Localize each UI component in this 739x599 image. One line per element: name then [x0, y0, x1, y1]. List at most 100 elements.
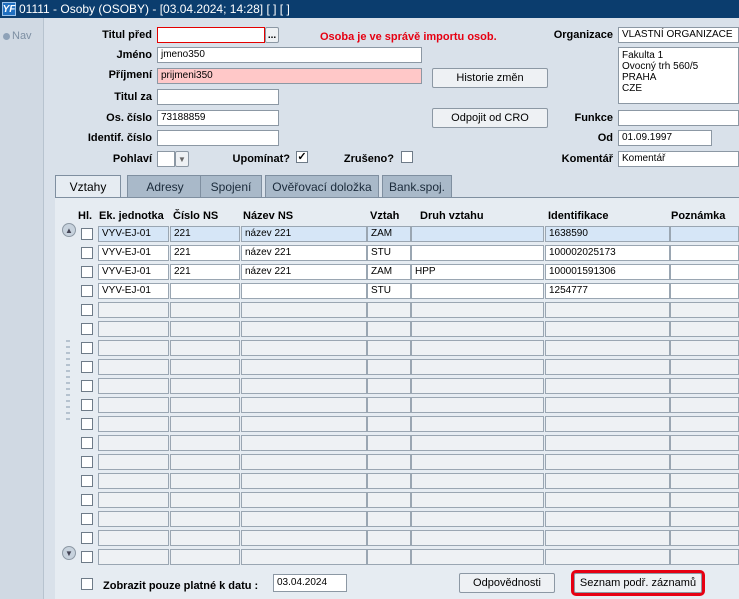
table-cell[interactable]	[367, 416, 411, 432]
table-cell[interactable]	[98, 549, 169, 565]
table-cell[interactable]	[411, 397, 544, 413]
table-cell[interactable]	[670, 340, 739, 356]
table-cell[interactable]	[367, 530, 411, 546]
table-cell[interactable]	[367, 473, 411, 489]
prijmeni-field[interactable]: prijmeni350	[157, 68, 422, 84]
table-cell[interactable]	[367, 435, 411, 451]
table-cell[interactable]	[545, 530, 670, 546]
row-primary-checkbox[interactable]	[81, 513, 93, 525]
table-cell[interactable]: 1638590	[545, 226, 670, 242]
row-primary-checkbox[interactable]	[81, 494, 93, 506]
table-cell[interactable]	[367, 549, 411, 565]
seznam-podr-zaznamu-button[interactable]: Seznam podř. záznamů	[571, 570, 705, 596]
table-cell[interactable]	[367, 340, 411, 356]
row-primary-checkbox[interactable]	[81, 456, 93, 468]
pohlavi-select[interactable]	[157, 151, 175, 167]
historie-zmen-button[interactable]: Historie změn	[432, 68, 548, 88]
table-cell[interactable]	[170, 340, 240, 356]
table-cell[interactable]: VYV-EJ-01	[98, 264, 169, 280]
table-cell[interactable]	[98, 511, 169, 527]
table-cell[interactable]	[241, 340, 367, 356]
table-cell[interactable]: ZAM	[367, 264, 411, 280]
table-cell[interactable]	[545, 549, 670, 565]
table-cell[interactable]	[670, 264, 739, 280]
table-cell[interactable]	[98, 359, 169, 375]
table-cell[interactable]	[670, 378, 739, 394]
table-cell[interactable]	[241, 435, 367, 451]
table-cell[interactable]	[367, 397, 411, 413]
table-cell[interactable]: název 221	[241, 226, 367, 242]
scroll-up-icon[interactable]: ▲	[62, 223, 76, 237]
upominat-checkbox[interactable]: ✓	[296, 151, 308, 163]
table-cell[interactable]	[411, 283, 544, 299]
table-cell[interactable]	[545, 397, 670, 413]
table-cell[interactable]	[411, 530, 544, 546]
table-cell[interactable]	[98, 321, 169, 337]
table-cell[interactable]: 221	[170, 226, 240, 242]
table-cell[interactable]	[241, 492, 367, 508]
table-cell[interactable]	[241, 397, 367, 413]
table-cell[interactable]	[670, 511, 739, 527]
table-cell[interactable]	[241, 283, 367, 299]
table-cell[interactable]: HPP	[411, 264, 544, 280]
komentar-field[interactable]: Komentář	[618, 151, 739, 167]
row-primary-checkbox[interactable]	[81, 285, 93, 297]
tab-adresy[interactable]: Adresy	[127, 175, 203, 197]
table-cell[interactable]	[545, 454, 670, 470]
table-cell[interactable]	[545, 473, 670, 489]
table-cell[interactable]	[170, 530, 240, 546]
table-cell[interactable]: ZAM	[367, 226, 411, 242]
chevron-down-icon[interactable]: ▼	[175, 151, 189, 167]
table-cell[interactable]	[170, 378, 240, 394]
row-primary-checkbox[interactable]	[81, 418, 93, 430]
table-cell[interactable]	[241, 549, 367, 565]
table-cell[interactable]	[545, 378, 670, 394]
table-cell[interactable]	[367, 321, 411, 337]
jmeno-field[interactable]: jmeno350	[157, 47, 422, 63]
table-cell[interactable]	[170, 321, 240, 337]
table-cell[interactable]	[411, 473, 544, 489]
table-cell[interactable]: 100002025173	[545, 245, 670, 261]
table-cell[interactable]	[411, 302, 544, 318]
nav-item[interactable]: Nav	[3, 30, 32, 42]
titul-za-field[interactable]	[157, 89, 279, 105]
table-cell[interactable]	[241, 454, 367, 470]
table-cell[interactable]	[98, 302, 169, 318]
table-cell[interactable]	[367, 302, 411, 318]
table-cell[interactable]	[670, 302, 739, 318]
table-cell[interactable]	[170, 397, 240, 413]
table-cell[interactable]: VYV-EJ-01	[98, 245, 169, 261]
table-cell[interactable]	[241, 359, 367, 375]
table-cell[interactable]	[241, 530, 367, 546]
scroll-down-icon[interactable]: ▼	[62, 546, 76, 560]
table-cell[interactable]	[411, 321, 544, 337]
table-cell[interactable]	[670, 530, 739, 546]
table-cell[interactable]	[98, 492, 169, 508]
table-cell[interactable]	[170, 511, 240, 527]
table-cell[interactable]	[98, 473, 169, 489]
table-cell[interactable]	[545, 359, 670, 375]
table-cell[interactable]	[670, 226, 739, 242]
row-primary-checkbox[interactable]	[81, 399, 93, 411]
table-cell[interactable]	[241, 416, 367, 432]
table-cell[interactable]	[98, 435, 169, 451]
table-cell[interactable]	[545, 416, 670, 432]
zruseno-checkbox[interactable]	[401, 151, 413, 163]
table-cell[interactable]: STU	[367, 283, 411, 299]
tab-bank-spoj[interactable]: Bank.spoj.	[382, 175, 452, 197]
table-cell[interactable]	[670, 321, 739, 337]
table-cell[interactable]	[411, 226, 544, 242]
table-cell[interactable]	[670, 473, 739, 489]
tab-overovaci-dolozka[interactable]: Ověřovací doložka	[265, 175, 379, 197]
table-cell[interactable]	[411, 340, 544, 356]
row-primary-checkbox[interactable]	[81, 380, 93, 392]
table-cell[interactable]	[411, 454, 544, 470]
table-cell[interactable]: VYV-EJ-01	[98, 226, 169, 242]
table-cell[interactable]	[170, 283, 240, 299]
table-cell[interactable]: 100001591306	[545, 264, 670, 280]
table-cell[interactable]	[545, 435, 670, 451]
table-cell[interactable]: 1254777	[545, 283, 670, 299]
table-cell[interactable]	[411, 245, 544, 261]
row-primary-checkbox[interactable]	[81, 342, 93, 354]
tab-vztahy[interactable]: Vztahy	[55, 175, 121, 198]
